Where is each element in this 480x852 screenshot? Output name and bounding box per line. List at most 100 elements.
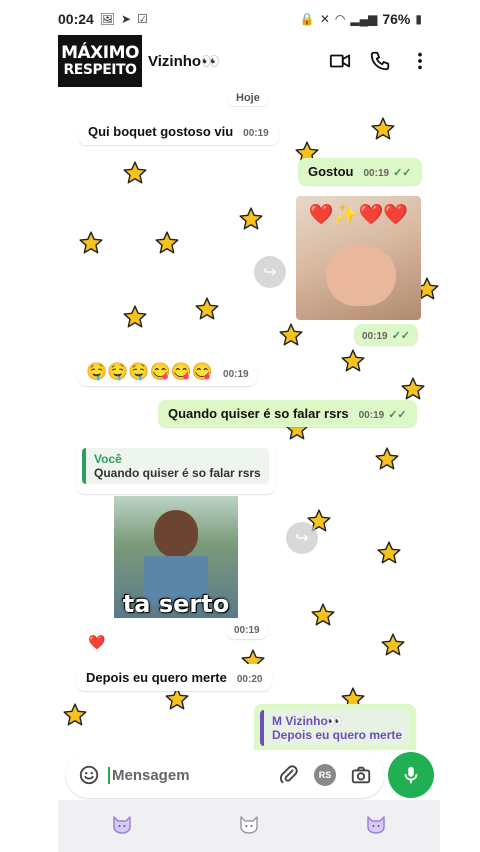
sticker-emoji-hearts: ❤️✨❤️❤️ [308,204,409,226]
wallpaper-star-icon [400,376,426,402]
message-time: 00:19 [363,168,390,179]
camera-button[interactable] [348,762,374,788]
message-text: Depois eu quero merte [86,670,227,685]
message-time: 00:19 [358,410,385,421]
phone-screen: 00:24 🖼 ➤ ☑ 🔒 ✕ ◠ ▂▄▆ 76% ▮ MÁXIMO RESPE… [0,0,480,852]
status-bar: 00:24 🖼 ➤ ☑ 🔒 ✕ ◠ ▂▄▆ 76% ▮ [58,8,422,30]
wallpaper-star-icon [340,348,366,374]
wallpaper-star-icon [238,206,264,232]
camera-icon [351,766,371,784]
read-ticks-icon: ✓✓ [393,167,412,179]
video-camera-icon [329,54,351,68]
message-text: Quando quiser é so falar rsrs [168,406,349,421]
avatar-text-line2: RESPEITO [63,61,137,78]
message-incoming[interactable]: 🤤🤤🤤😋😋😋 00:19 [78,358,257,386]
wallpaper-star-icon [194,296,220,322]
video-call-button[interactable] [320,41,360,81]
wallpaper-star-icon [310,602,336,628]
wallpaper-star-icon [380,632,406,658]
message-time: 00:19 [234,625,260,636]
cat-face-icon [367,815,386,834]
quote-author: M Vizinho👀 [272,714,343,728]
rs-currency-icon: RS [314,764,336,786]
battery-icon: ▮ [415,12,422,26]
signal-icon: ▂▄▆ [350,12,378,26]
cat-face-outline-icon [240,815,258,834]
message-input[interactable]: Mensagem [108,766,266,784]
read-ticks-icon: ✓✓ [391,330,411,342]
forward-button[interactable]: ↪ [286,522,318,554]
paperclip-icon [279,765,298,784]
message-outgoing[interactable]: Quando quiser é so falar rsrs 00:19 ✓✓ [158,400,417,427]
read-ticks-icon: ✓✓ [388,409,407,421]
date-chip: Hoje [228,90,268,106]
wallpaper-star-icon [78,230,104,256]
nav-item-left[interactable] [110,812,134,841]
avatar-text-line1: MÁXIMO [61,43,139,64]
lock-icon: 🔒 [299,12,315,26]
forward-icon: ↪ [263,264,277,281]
wallpaper-star-icon [370,116,396,142]
message-emoji: 🤤🤤🤤😋😋😋 [86,362,214,381]
message-text: Gostou [308,164,354,179]
quote-text: Depois eu quero merte [272,728,403,742]
microphone-icon [404,766,418,784]
wifi-icon: ◠ [334,12,346,26]
wallpaper-star-icon [122,304,148,330]
wallpaper-star-icon [122,160,148,186]
battery-percent: 76% [382,11,411,27]
reaction-heart[interactable]: ❤️ [88,634,105,651]
message-time: 00:19 [362,331,388,342]
forward-button[interactable]: ↪ [254,256,286,288]
voice-record-button[interactable] [388,752,434,798]
message-composer[interactable]: Mensagem RS [66,752,384,798]
message-outgoing[interactable]: Gostou 00:19 ✓✓ [298,158,422,185]
telegram-icon: ➤ [121,12,132,26]
wallpaper-star-icon [278,322,304,348]
message-reply-outgoing[interactable]: M Vizinho👀 Depois eu quero merte [254,704,417,750]
wallpaper-star-icon [374,446,400,472]
quoted-message[interactable]: M Vizinho👀 Depois eu quero merte [260,710,411,746]
wallpaper-star-icon [154,230,180,256]
sticker-face-shape [326,246,396,306]
quote-author: Você [94,452,122,466]
cat-face-icon [112,815,131,834]
nav-item-center[interactable] [237,812,261,841]
chat-header: MÁXIMO RESPEITO Vizinho👀 [58,32,440,90]
emoji-button[interactable] [76,762,102,788]
message-time: 00:19 [223,369,249,380]
attach-button[interactable] [276,762,302,788]
smiley-icon [79,765,99,785]
bottom-navigation [58,800,440,852]
voice-call-button[interactable] [360,41,400,81]
avatar[interactable]: MÁXIMO RESPEITO [58,35,142,87]
sticker-face-shape [154,510,198,558]
forward-icon: ↪ [295,530,309,547]
message-time: 00:20 [236,674,263,685]
sticker-meta: 00:19 [226,618,268,639]
sticker-image-baby[interactable]: ❤️✨❤️❤️ [296,196,421,320]
wallpaper-star-icon [376,540,402,566]
message-text: Qui boquet gostoso viu [88,124,234,139]
message-time: 00:19 [243,128,269,139]
contact-name[interactable]: Vizinho👀 [148,52,320,70]
wallpaper-star-icon [62,702,88,728]
message-reply-incoming[interactable]: Você Quando quiser é so falar rsrs [76,442,275,494]
quoted-message[interactable]: Você Quando quiser é so falar rsrs [82,448,269,484]
message-incoming[interactable]: Qui boquet gostoso viu 00:19 [78,118,279,145]
sticker-meta: 00:19 ✓✓ [354,324,419,345]
nav-item-right[interactable] [364,812,388,841]
quote-text: Quando quiser é so falar rsrs [94,466,261,480]
mute-icon: ✕ [319,12,330,26]
phone-icon [370,51,390,71]
status-time: 00:24 [58,11,94,27]
check-icon: ☑ [137,12,148,26]
gallery-icon: 🖼 [99,12,116,26]
message-incoming[interactable]: Depois eu quero merte 00:20 [76,664,273,691]
menu-button[interactable] [400,41,440,81]
chat-area[interactable]: Hoje Qui boquet gostoso viu 00:19 Gostou 0… [58,90,440,750]
payment-button[interactable]: RS [312,762,338,788]
sticker-caption: ta serto [122,590,230,618]
sticker-image-thumbs-up[interactable]: ta serto [114,496,238,618]
more-vertical-icon [418,52,422,70]
